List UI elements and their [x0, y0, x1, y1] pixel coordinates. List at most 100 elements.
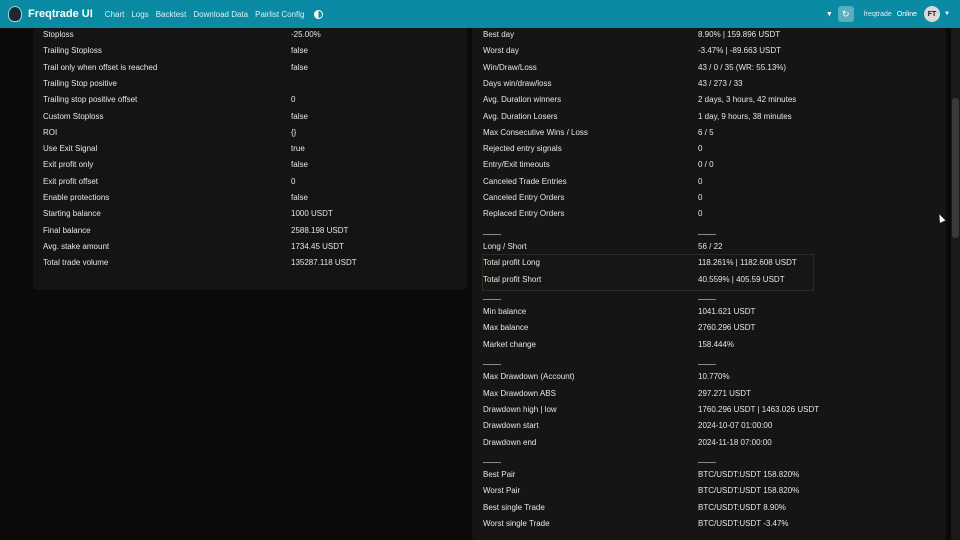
row-label: Long / Short	[483, 241, 527, 251]
scrollbar-thumb[interactable]	[952, 98, 959, 238]
list-item: Drawdown high | low 1760.296 USDT | 1463.…	[472, 403, 946, 417]
row-label: Min balance	[483, 307, 527, 317]
list-item: Total profit Long 118.261% | 1182.608 USD…	[472, 256, 946, 270]
row-label: Market change	[483, 339, 536, 349]
row-label: Max Drawdown (Account)	[483, 372, 575, 382]
row-value: BTC/USDT:USDT 158.820%	[698, 486, 800, 496]
row-value: 1000 USDT	[291, 209, 333, 219]
row-label: Avg. Duration winners	[483, 95, 562, 105]
list-item: Stoploss -25.00%	[33, 28, 467, 42]
list-item: Trailing stop positive offset 0	[33, 93, 467, 107]
row-value: 1041.621 USDT	[698, 307, 756, 317]
row-label: Trailing Stoploss	[43, 46, 102, 56]
row-label: Drawdown high | low	[483, 404, 557, 414]
list-item: Exit profit offset 0	[33, 175, 467, 189]
list-item: Worst Pair BTC/USDT:USDT 158.820%	[472, 484, 946, 498]
row-value: 0 / 0	[698, 160, 714, 170]
list-item: Max Consecutive Wins / Loss 6 / 5	[472, 126, 946, 140]
list-item: Max Drawdown ABS 297.271 USDT	[472, 387, 946, 401]
list-item: Canceled Entry Orders 0	[472, 191, 946, 205]
row-label: Enable protections	[43, 193, 110, 202]
row-label: Avg. Duration Losers	[483, 111, 558, 121]
brand[interactable]: Freqtrade UI	[8, 6, 93, 22]
row-label: Trailing stop positive offset	[43, 95, 138, 105]
row-label: Final balance	[43, 225, 91, 235]
list-item: Best Pair BTC/USDT:USDT 158.820%	[472, 468, 946, 482]
row-value: false	[291, 160, 308, 170]
row-value: 2 days, 3 hours, 42 minutes	[698, 95, 797, 105]
row-value: 135287.118 USDT	[291, 258, 357, 268]
metrics-list: Best day 8.90% | 159.896 USDT Worst day -3…	[472, 28, 946, 540]
list-item: Total profit Short 40.559% | 405.59 USDT	[472, 273, 946, 287]
list-item: Market change 158.444%	[472, 338, 946, 352]
row-value: ____	[698, 356, 716, 365]
nav-link-logs[interactable]: Logs	[131, 10, 148, 19]
row-label: Worst Pair	[483, 486, 521, 496]
row-label: Rejected entry signals	[483, 144, 562, 154]
list-item: Days win/draw/loss 43 / 273 / 33	[472, 77, 946, 91]
row-value: 2760.296 USDT	[698, 323, 756, 333]
row-label: Max Drawdown ABS	[483, 388, 556, 398]
row-label: Max Consecutive Wins / Loss	[483, 127, 588, 137]
list-item: Starting balance 1000 USDT	[33, 207, 467, 221]
list-item: Trail only when offset is reached false	[33, 61, 467, 75]
list-item: Entry/Exit timeouts 0 / 0	[472, 158, 946, 172]
list-item: Avg. stake amount 1734.45 USDT	[33, 240, 467, 254]
avatar[interactable]: FT	[924, 6, 941, 22]
bot-status: Online	[896, 10, 918, 18]
list-item: Enable protections false	[33, 191, 467, 205]
chevron-down-icon[interactable]: ▼	[944, 11, 950, 17]
top-navbar: Freqtrade UI Chart Logs Backtest Downloa…	[0, 0, 960, 28]
row-value: -3.47% | -89.663 USDT	[698, 46, 782, 56]
row-value: 0	[291, 95, 296, 105]
row-value: 40.559% | 405.59 USDT	[698, 274, 785, 284]
freqtrade-logo-icon	[8, 6, 22, 22]
row-value: false	[291, 111, 308, 121]
row-label: ____	[483, 356, 501, 365]
row-value: 0	[698, 193, 703, 202]
row-label: Stoploss	[43, 30, 74, 39]
theme-toggle-icon[interactable]	[314, 9, 324, 19]
list-item: ____ ____	[472, 289, 946, 303]
row-value: false	[291, 62, 308, 72]
row-label: Worst single Trade	[483, 519, 550, 528]
bot-name[interactable]: freqtrade	[864, 11, 892, 18]
row-label: Win/Draw/Loss	[483, 62, 537, 72]
row-value: 43 / 0 / 35 (WR: 55.13%)	[698, 62, 787, 72]
row-value: 0	[291, 176, 296, 186]
row-label: Trailing Stop positive	[43, 78, 117, 88]
list-item: Min balance 1041.621 USDT	[472, 305, 946, 319]
list-item: Win/Draw/Loss 43 / 0 / 35 (WR: 55.13%)	[472, 61, 946, 75]
row-label: Avg. stake amount	[43, 241, 110, 251]
row-value: ____	[698, 225, 716, 235]
list-item: Total trade volume 135287.118 USDT	[33, 256, 467, 270]
row-value: -25.00%	[291, 30, 321, 39]
row-value: false	[291, 46, 308, 56]
row-label: Custom Stoploss	[43, 111, 104, 121]
list-item: Trailing Stoploss false	[33, 44, 467, 58]
list-item: Custom Stoploss false	[33, 110, 467, 124]
list-item: Final balance 2588.198 USDT	[33, 224, 467, 238]
navbar-right: ▼ ↻ freqtrade Online FT ▼	[826, 0, 950, 28]
nav-link-backtest[interactable]: Backtest	[156, 10, 187, 19]
nav-link-chart[interactable]: Chart	[105, 10, 125, 19]
row-value: 1 day, 9 hours, 38 minutes	[698, 111, 792, 121]
list-item: Avg. Duration winners 2 days, 3 hours, 42…	[472, 93, 946, 107]
nav-link-download-data[interactable]: Download Data	[193, 10, 248, 19]
row-value: 2024-10-07 01:00:00	[698, 421, 773, 431]
list-item: Best day 8.90% | 159.896 USDT	[472, 28, 946, 42]
list-item: Max Drawdown (Account) 10.770%	[472, 370, 946, 384]
nav-link-pairlist-config[interactable]: Pairlist Config	[255, 10, 304, 19]
row-value: 2588.198 USDT	[291, 225, 349, 235]
row-label: Entry/Exit timeouts	[483, 160, 550, 170]
chevron-down-icon[interactable]: ▼	[826, 11, 833, 18]
list-item: Worst day -3.47% | -89.663 USDT	[472, 44, 946, 58]
list-item: Canceled Trade Entries 0	[472, 175, 946, 189]
row-value: 10.770%	[698, 372, 730, 382]
list-item: Drawdown end 2024-11-18 07:00:00	[472, 436, 946, 450]
list-item: Worst single Trade BTC/USDT:USDT -3.47%	[472, 517, 946, 531]
row-label: Best Pair	[483, 470, 516, 480]
row-value: {}	[291, 127, 297, 137]
refresh-button[interactable]: ↻	[837, 6, 854, 22]
row-label: ____	[483, 225, 501, 235]
